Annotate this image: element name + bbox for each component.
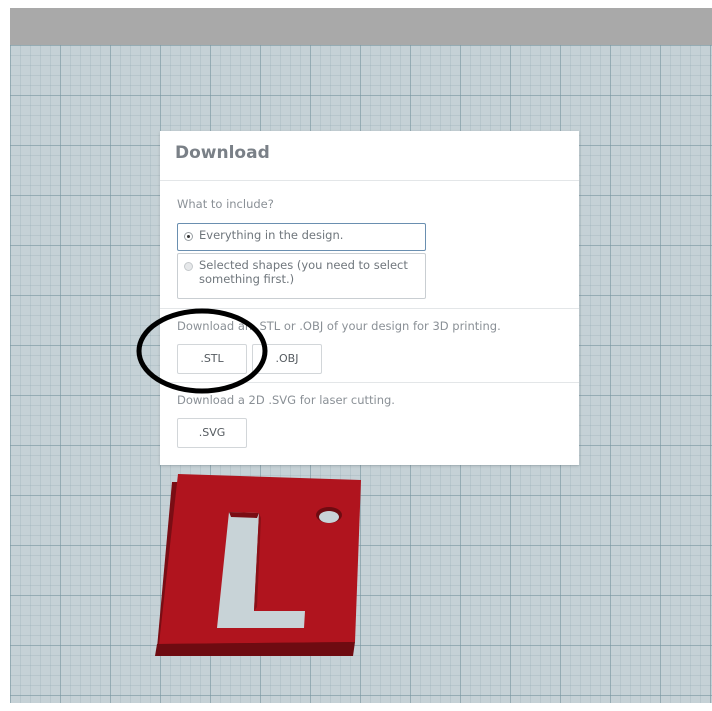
annotation-circle-icon [136, 308, 268, 394]
include-label: What to include? [177, 197, 274, 211]
option-everything-label: Everything in the design. [199, 228, 344, 242]
svg-label: Download a 2D .SVG for laser cutting. [177, 393, 395, 407]
title-divider [160, 180, 579, 181]
download-dialog: Download What to include? Everything in … [160, 131, 579, 465]
l-tag-model-icon[interactable] [145, 466, 365, 666]
radio-selected-icon[interactable] [184, 232, 193, 241]
top-toolbar [10, 8, 712, 45]
option-selected-shapes-label: Selected shapes (you need to select some… [199, 258, 408, 286]
option-selected-shapes[interactable]: Selected shapes (you need to select some… [177, 253, 426, 299]
option-everything[interactable]: Everything in the design. [177, 223, 426, 251]
radio-unselected-icon[interactable] [184, 262, 193, 271]
dialog-title: Download [175, 143, 270, 163]
svg-button[interactable]: .SVG [177, 418, 247, 448]
